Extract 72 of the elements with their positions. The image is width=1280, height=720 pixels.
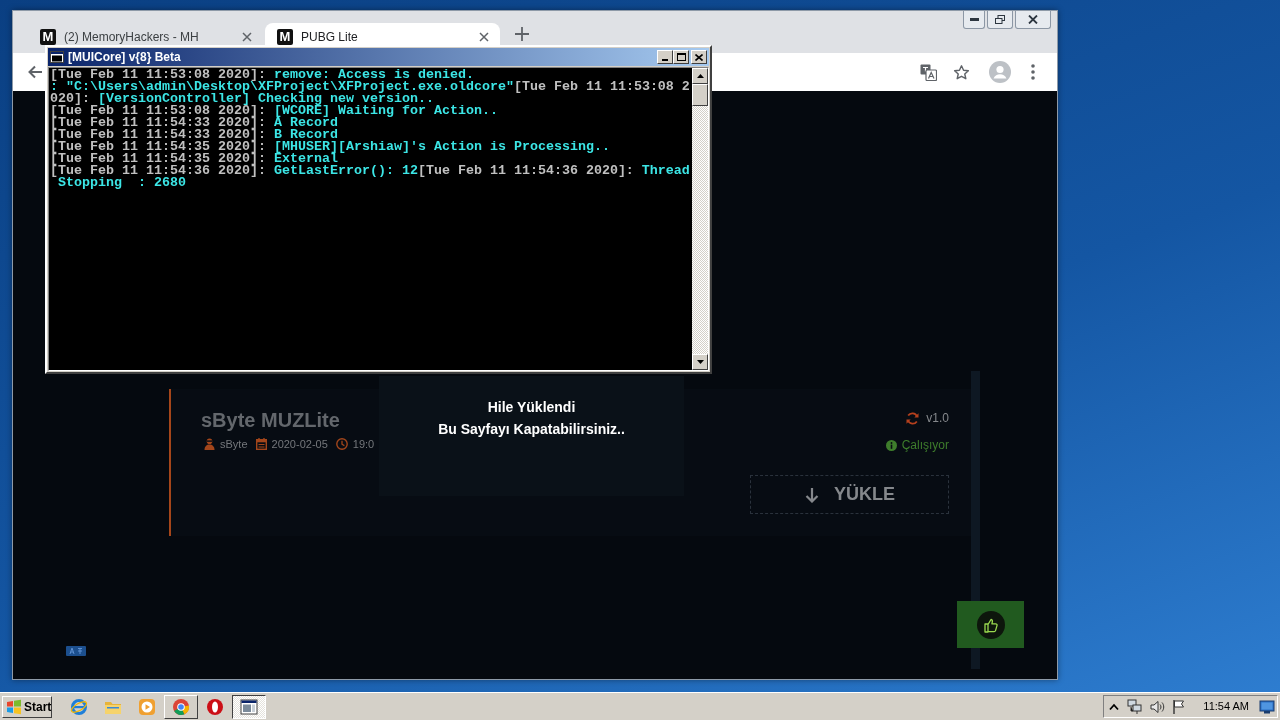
plus-icon [515,27,529,41]
maximize-icon [676,53,686,61]
clock-text: 11:54 AM [1203,699,1249,715]
notice-text: Bu Sayfayı Kapatabilirsiniz.. [438,420,625,439]
speaker-icon[interactable] [1149,698,1166,715]
back-arrow-icon [27,64,43,80]
info-icon [885,439,897,451]
new-tab-button[interactable] [512,24,532,44]
console-line: [Tue Feb 11 11:54:35 2020]: External [50,153,338,165]
maximize-button[interactable] [673,50,689,64]
calendar-icon [255,438,267,450]
browser-tab[interactable]: M PUBG Lite [265,23,500,46]
browser-tab[interactable]: M (2) MemoryHackers - MH [28,23,263,46]
time-text: 19:0 [352,437,375,451]
console-line: [Tue Feb 11 11:54:33 2020]: A Record [50,117,338,129]
chevron-up-icon[interactable] [1109,702,1120,711]
restore-button[interactable] [987,11,1013,29]
console-line: Stopping : 2680 [58,177,186,189]
console-line: [Tue Feb 11 11:54:36 2020]: GetLastError(): 12[Tue Feb 11 11:54:36 2020]: Thread [50,165,690,177]
status-text: Çalışıyor [901,437,949,454]
thumbs-up-icon [976,610,1005,639]
minimize-icon [662,58,668,61]
site-logo: M [40,28,56,45]
refresh-icon [906,411,920,425]
globe-icon [70,697,88,716]
card-title: sByte MUZLite [201,408,341,432]
console-line: [Tue Feb 11 11:54:33 2020]: B Record [50,129,338,141]
start-button[interactable]: Start [2,695,52,718]
console-line: [Tue Feb 11 11:54:35 2020]: [MHUSER][Arshiaw]'s Action is Processing.. [50,141,610,153]
window-icon [240,697,258,716]
scroll-down-button[interactable] [692,354,708,370]
close-icon [242,31,252,42]
site-logo: M [277,28,293,45]
arrow-up-icon [696,74,704,78]
minimize-button[interactable] [963,11,985,29]
monitor-icon[interactable] [1259,698,1275,715]
label-icon [66,646,86,656]
console-line: 020]: [VersionController] Checking new version.. [50,93,434,105]
minimize-icon [969,18,979,21]
taskbar-app-button[interactable] [232,694,266,719]
date-text: 2020-02-05 [271,437,328,451]
close-icon [479,31,489,42]
close-button[interactable] [1015,11,1051,29]
author-name: sByte [220,437,248,451]
play-icon [138,697,156,716]
menu-icon [1031,64,1035,80]
scroll-up-button[interactable] [692,68,708,84]
like-button[interactable] [957,601,1024,648]
star-icon [952,63,970,81]
close-icon [695,53,703,61]
console-line: [Tue Feb 11 11:53:08 2020]: remove: Access is denied. [50,69,474,81]
arrow-down-icon [804,486,820,503]
clock-icon [335,438,348,450]
version-text: v1.0 [926,410,949,427]
network-icon[interactable] [1127,698,1144,715]
back-button[interactable] [26,63,44,81]
four-pane-logo-icon [6,698,22,715]
round-logo-icon [172,697,190,716]
user-icon [204,438,215,450]
ring-logo-icon [206,697,224,716]
install-button[interactable]: YÜKLE [750,475,949,514]
translate-icon [919,63,937,81]
scrollbar-thumb[interactable] [692,84,708,106]
notice-text: Hile Yüklendi [487,398,576,417]
console-title: [MUICore] v{8} Beta [68,49,181,66]
close-icon [1028,15,1038,24]
arrow-down-icon [696,360,704,364]
restore-icon [995,15,1005,24]
window-icon [50,50,64,64]
avatar-icon [989,61,1011,83]
console-line: : "C:\Users\admin\Desktop\XFProject\XFProject.exe.oldcore"[Tue Feb 11 11:53:08 2 [50,81,690,93]
console-line: [Tue Feb 11 11:53:08 2020]: [WCORE] Waiting for Action.. [50,105,498,117]
